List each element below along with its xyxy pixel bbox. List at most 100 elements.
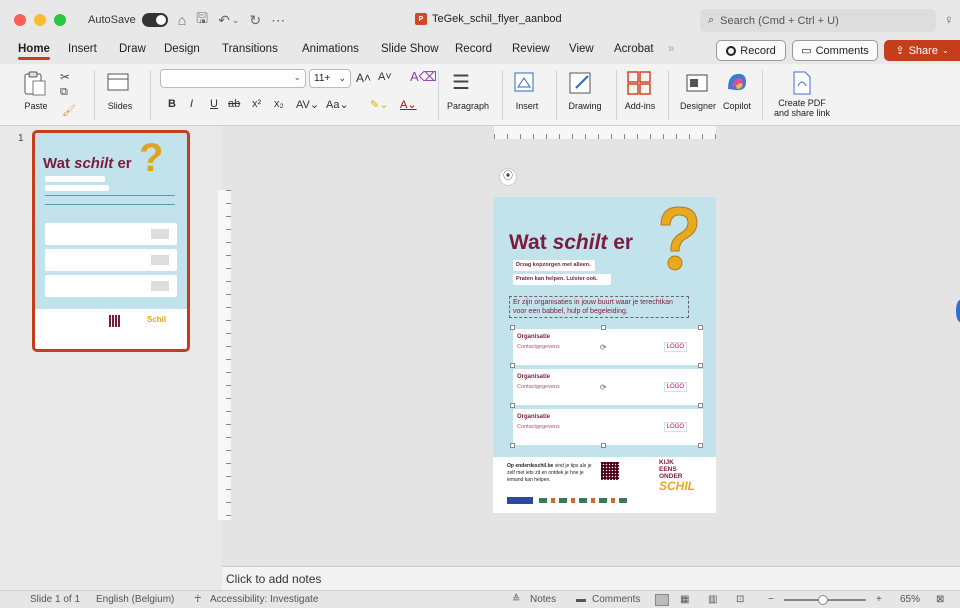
zoom-level[interactable]: 65% <box>900 594 920 605</box>
organisation-card-2[interactable]: Organisatie Contactgegevens LOGO <box>513 369 703 405</box>
slideshow-view-icon[interactable]: ⊡ <box>736 594 744 605</box>
tab-overflow[interactable]: » <box>668 43 674 55</box>
copy-icon[interactable]: ⧉ <box>60 86 68 99</box>
fit-to-window-icon[interactable]: ⊠ <box>936 594 944 605</box>
zoom-in-icon[interactable]: + <box>876 594 882 605</box>
rotate-handle-icon[interactable]: ⟳ <box>600 383 607 392</box>
slide-thumbnail-1[interactable]: Wat schilt er ? Schil <box>32 130 190 352</box>
minimize-window-button[interactable] <box>34 14 46 26</box>
insert-icon[interactable] <box>512 70 538 96</box>
copilot-label: Copilot <box>722 101 751 111</box>
comments-button[interactable]: ▭ Comments <box>792 40 878 61</box>
slide-canvas[interactable]: Wat schilt er Drzag kopzorgen met alleen… <box>493 197 716 513</box>
record-button-label: Record <box>740 44 776 57</box>
cut-icon[interactable]: ✂ <box>60 70 70 84</box>
notes-placeholder[interactable]: Click to add notes <box>226 572 321 586</box>
subscript-icon[interactable]: x₂ <box>274 98 284 110</box>
strikethrough-icon[interactable]: ab <box>228 98 240 110</box>
slide-title[interactable]: Wat schilt er <box>509 231 633 255</box>
tab-record[interactable]: Record <box>455 43 492 55</box>
underline-icon[interactable]: U <box>210 98 218 110</box>
designer-icon[interactable] <box>684 70 710 96</box>
zoom-slider[interactable] <box>784 595 866 605</box>
organisation-card-3[interactable]: Organisatie Contactgegevens LOGO <box>513 409 703 445</box>
more-commands-icon[interactable]: ⋯ <box>271 12 285 29</box>
comments-toggle[interactable]: Comments <box>592 594 640 605</box>
logo-placeholder[interactable]: LOGO <box>663 382 687 392</box>
new-slide-icon[interactable] <box>106 72 132 94</box>
tab-design[interactable]: Design <box>164 43 200 55</box>
superscript-icon[interactable]: x² <box>252 98 261 110</box>
create-pdf-icon[interactable] <box>790 70 814 96</box>
tab-slide-show[interactable]: Slide Show <box>381 43 439 55</box>
slide-sorter-icon[interactable]: ▦ <box>680 594 689 605</box>
autosave-label: AutoSave <box>88 14 136 26</box>
accessibility-icon: ☥ <box>194 594 202 605</box>
tab-review[interactable]: Review <box>512 43 550 55</box>
addins-icon[interactable] <box>626 70 652 96</box>
copilot-icon[interactable] <box>724 69 750 95</box>
clear-formatting-icon[interactable]: A⌫ <box>410 69 437 85</box>
partner-logos <box>539 498 629 503</box>
paste-label: Paste <box>24 101 48 111</box>
logo-placeholder[interactable]: LOGO <box>663 422 687 432</box>
home-icon[interactable]: ⌂ <box>178 12 186 28</box>
autosave-toggle[interactable] <box>141 13 168 27</box>
format-painter-icon[interactable]: 🖌 <box>62 104 76 117</box>
comment-icon: ▭ <box>801 45 812 57</box>
language-status[interactable]: English (Belgium) <box>96 594 174 605</box>
close-window-button[interactable] <box>14 14 26 26</box>
notes-toggle[interactable]: Notes <box>530 594 556 605</box>
decrease-font-icon[interactable]: A˅ <box>378 71 392 83</box>
share-dropdown-icon: ⌄ <box>941 46 949 55</box>
notes-pane[interactable]: Click to add notes <box>222 566 960 590</box>
highlight-icon[interactable]: ✎⌄ <box>370 98 388 111</box>
tab-draw[interactable]: Draw <box>119 43 146 55</box>
share-button[interactable]: ⇪ Share ⌄ <box>884 40 960 61</box>
comments-toggle-icon: ▬ <box>576 594 586 605</box>
slide-accessibility-icon[interactable]: ⦿ <box>499 168 517 186</box>
organisation-name: Organisatie <box>517 374 551 380</box>
save-icon[interactable]: 🖫 <box>196 8 208 32</box>
record-button[interactable]: Record <box>716 40 786 61</box>
redo-icon[interactable]: ↻ <box>249 12 261 29</box>
search-box[interactable]: ⌕ Search (Cmd + Ctrl + U) <box>700 9 936 32</box>
font-name-select[interactable]: ⌄ <box>160 69 306 88</box>
tab-animations[interactable]: Animations <box>302 43 359 55</box>
account-icon[interactable]: ♀ <box>944 12 954 27</box>
normal-view-icon[interactable] <box>655 593 669 606</box>
italic-icon[interactable]: I <box>190 98 193 110</box>
bold-icon[interactable]: B <box>168 98 176 110</box>
drawing-icon[interactable] <box>568 70 596 96</box>
vertical-ruler <box>218 190 231 520</box>
organisation-contact: Contactgegevens <box>517 424 560 430</box>
font-size-select[interactable]: 11+ ⌄ <box>309 69 351 88</box>
increase-font-icon[interactable]: A˄ <box>356 71 371 85</box>
tab-acrobat[interactable]: Acrobat <box>614 43 654 55</box>
tab-view[interactable]: View <box>569 43 594 55</box>
undo-dropdown-icon[interactable]: ⌄ <box>232 15 240 26</box>
paragraph-label: Paragraph <box>446 101 490 111</box>
rotate-handle-icon[interactable]: ⟳ <box>600 343 607 352</box>
zoom-out-icon[interactable]: − <box>768 594 774 605</box>
font-color-icon[interactable]: A⌄ <box>400 98 417 111</box>
drawing-label: Drawing <box>568 101 602 111</box>
undo-icon[interactable]: ↶ <box>218 12 230 29</box>
zoom-slider-thumb[interactable] <box>818 595 828 605</box>
logo-placeholder[interactable]: LOGO <box>663 342 687 352</box>
body-textbox[interactable]: Er zijn organisaties in jouw buurt waar … <box>509 296 689 318</box>
change-case-icon[interactable]: Aa⌄ <box>326 98 349 111</box>
accessibility-status[interactable]: Accessibility: Investigate <box>210 594 318 605</box>
tab-insert[interactable]: Insert <box>68 43 97 55</box>
paragraph-icon[interactable]: ☰ <box>452 70 470 95</box>
reading-view-icon[interactable]: ▥ <box>708 594 717 605</box>
zoom-window-button[interactable] <box>54 14 66 26</box>
qr-code <box>601 462 619 480</box>
character-spacing-icon[interactable]: AV⌄ <box>296 98 319 111</box>
organisation-card-1[interactable]: Organisatie Contactgegevens LOGO <box>513 329 703 365</box>
paste-icon[interactable] <box>22 70 48 98</box>
side-panel-handle[interactable] <box>956 300 960 322</box>
search-input[interactable]: Search (Cmd + Ctrl + U) <box>720 15 839 27</box>
tab-transitions[interactable]: Transitions <box>222 43 278 55</box>
tab-home[interactable]: Home <box>18 43 50 60</box>
